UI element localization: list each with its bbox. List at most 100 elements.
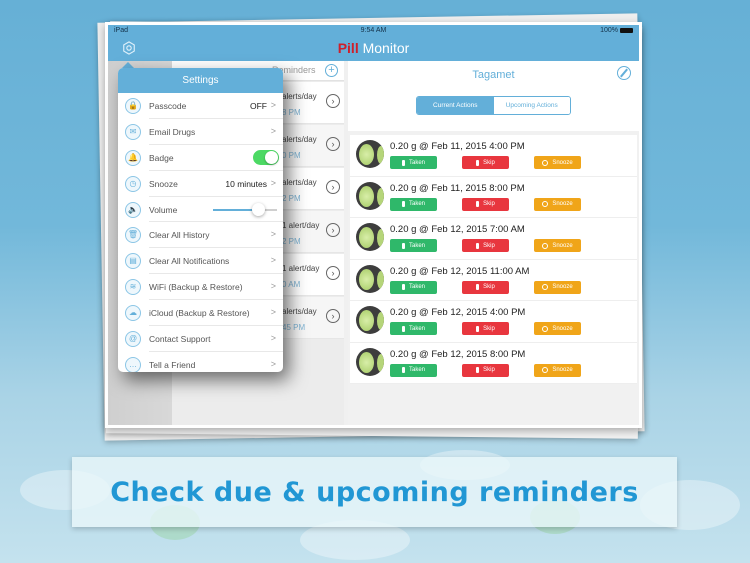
dose-schedule: 0.20 g @ Feb 12, 2015 7:00 AM xyxy=(390,224,525,235)
action-row: 0.20 g @ Feb 12, 2015 4:00 PM Taken Skip Sn… xyxy=(350,301,637,343)
dose-schedule: 0.20 g @ Feb 11, 2015 4:00 PM xyxy=(390,141,525,152)
capsule-icon xyxy=(401,325,405,332)
taken-button[interactable]: Taken xyxy=(390,363,437,377)
envelope-icon: ✉ xyxy=(125,123,141,140)
reminder-time: 2 PM xyxy=(282,237,301,246)
clock-icon: ◷ xyxy=(125,175,141,192)
pill-thumbnail xyxy=(356,347,384,376)
app-title: Pill Monitor xyxy=(108,40,639,56)
reminder-frequency: alerts/day xyxy=(282,135,317,144)
snooze-button[interactable]: Snooze xyxy=(534,363,581,377)
chevron-right-icon: > xyxy=(270,307,276,318)
settings-item-clear-all-history[interactable]: 🗑 Clear All History > xyxy=(118,222,283,249)
reminder-frequency: 1 alert/day xyxy=(282,221,320,230)
volume-slider-knob[interactable] xyxy=(251,202,265,216)
tab-upcoming-actions[interactable]: Upcoming Actions xyxy=(493,97,570,114)
skip-button[interactable]: Skip xyxy=(462,239,509,252)
settings-item-clear-all-notifications[interactable]: ▤ Clear All Notifications > xyxy=(118,248,283,275)
volume-slider[interactable] xyxy=(213,202,277,216)
settings-item-passcode[interactable]: 🔒 Passcode OFF > xyxy=(118,93,283,119)
badge-toggle[interactable] xyxy=(253,149,279,165)
tab-current-actions[interactable]: Current Actions xyxy=(417,97,494,114)
skip-button[interactable]: Skip xyxy=(462,363,509,377)
snooze-button[interactable]: Snooze xyxy=(534,280,581,294)
settings-item-label: Contact Support xyxy=(149,334,211,345)
capsule-icon xyxy=(476,201,480,207)
clock-icon xyxy=(542,284,549,290)
caption-banner: Check due & upcoming reminders xyxy=(72,457,677,527)
chevron-right-icon: > xyxy=(270,100,276,110)
capsule-icon xyxy=(401,159,405,166)
clock-icon xyxy=(542,242,549,249)
skip-button-label: Skip xyxy=(483,325,495,332)
settings-item-volume[interactable]: 🔈 Volume xyxy=(118,197,283,223)
snooze-button-label: Snooze xyxy=(552,325,573,332)
clock-icon xyxy=(542,159,549,166)
chevron-right-icon[interactable]: › xyxy=(326,137,340,151)
chevron-right-icon[interactable]: › xyxy=(326,309,340,323)
skip-button[interactable]: Skip xyxy=(462,197,509,211)
dose-schedule: 0.20 g @ Feb 12, 2015 4:00 PM xyxy=(390,307,526,318)
taken-button-label: Taken xyxy=(408,159,425,166)
reminder-frequency: 1 alert/day xyxy=(282,264,320,273)
drug-name: Tagamet xyxy=(472,69,515,81)
add-reminder-button[interactable]: + xyxy=(325,64,338,77)
settings-item-tell-a-friend[interactable]: … Tell a Friend > xyxy=(118,352,283,372)
caption-text: Check due & upcoming reminders xyxy=(110,476,639,508)
settings-item-label: Email Drugs xyxy=(149,126,196,137)
snooze-button[interactable]: Snooze xyxy=(534,197,581,211)
bell-icon: 🔔 xyxy=(125,149,141,166)
skip-button[interactable]: Skip xyxy=(462,280,509,294)
chevron-right-icon: > xyxy=(270,281,276,292)
edit-icon[interactable] xyxy=(617,66,631,80)
action-row: 0.20 g @ Feb 12, 2015 7:00 AM Taken Skip Sn… xyxy=(350,218,637,260)
settings-item-value: 10 minutes xyxy=(225,178,267,189)
action-row: 0.20 g @ Feb 12, 2015 11:00 AM Taken Skip S… xyxy=(350,260,637,301)
taken-button[interactable]: Taken xyxy=(390,156,437,169)
snooze-button[interactable]: Snooze xyxy=(534,322,581,335)
taken-button[interactable]: Taken xyxy=(390,280,437,294)
battery-percent: 100% xyxy=(600,27,618,34)
capsule-icon xyxy=(476,367,480,373)
skip-button[interactable]: Skip xyxy=(462,156,509,169)
settings-item-icloud-backup-restore[interactable]: ☁ iCloud (Backup & Restore) > xyxy=(118,300,283,326)
chevron-right-icon[interactable]: › xyxy=(326,223,340,237)
taken-button-label: Taken xyxy=(408,201,425,207)
capsule-icon xyxy=(476,159,480,166)
chevron-right-icon[interactable]: › xyxy=(326,180,340,194)
taken-button[interactable]: Taken xyxy=(390,197,437,211)
skip-button[interactable]: Skip xyxy=(462,322,509,335)
chevron-right-icon[interactable]: › xyxy=(326,94,340,108)
settings-item-label: Clear All History xyxy=(149,230,210,241)
settings-item-contact-support[interactable]: @ Contact Support > xyxy=(118,326,283,352)
cloud-icon: ☁ xyxy=(125,305,141,322)
capsule-icon xyxy=(401,201,405,207)
action-row: 0.20 g @ Feb 11, 2015 4:00 PM Taken Skip Sn… xyxy=(350,135,637,177)
snooze-button[interactable]: Snooze xyxy=(534,156,581,169)
taken-button[interactable]: Taken xyxy=(390,239,437,252)
battery-status: 100% xyxy=(600,27,633,34)
status-bar: iPad 9:54 AM 100% xyxy=(108,27,639,37)
taken-button-label: Taken xyxy=(408,242,425,249)
settings-item-label: Badge xyxy=(149,152,174,163)
taken-button-label: Taken xyxy=(408,284,425,290)
settings-item-email-drugs[interactable]: ✉ Email Drugs > xyxy=(118,119,283,145)
snooze-button-label: Snooze xyxy=(552,159,573,166)
reminder-frequency: alerts/day xyxy=(282,307,317,316)
taken-button[interactable]: Taken xyxy=(390,322,437,335)
chevron-right-icon: > xyxy=(270,229,276,240)
snooze-button-label: Snooze xyxy=(552,242,573,249)
reminder-time: 0 AM xyxy=(282,280,301,289)
clock-icon xyxy=(542,325,549,332)
settings-item-badge[interactable]: 🔔 Badge xyxy=(118,145,283,171)
dose-schedule: 0.20 g @ Feb 12, 2015 11:00 AM xyxy=(390,265,530,277)
skip-button-label: Skip xyxy=(483,201,495,207)
settings-item-label: WiFi (Backup & Restore) xyxy=(149,282,243,293)
settings-item-value: OFF xyxy=(250,101,267,111)
settings-item-snooze[interactable]: ◷ Snooze 10 minutes > xyxy=(118,171,283,197)
settings-item-label: Passcode xyxy=(149,101,187,111)
chevron-right-icon[interactable]: › xyxy=(326,266,340,280)
chat-icon: … xyxy=(125,356,141,372)
snooze-button[interactable]: Snooze xyxy=(534,239,581,252)
settings-item-wifi-backup-restore[interactable]: ≋ WiFi (Backup & Restore) > xyxy=(118,274,283,301)
